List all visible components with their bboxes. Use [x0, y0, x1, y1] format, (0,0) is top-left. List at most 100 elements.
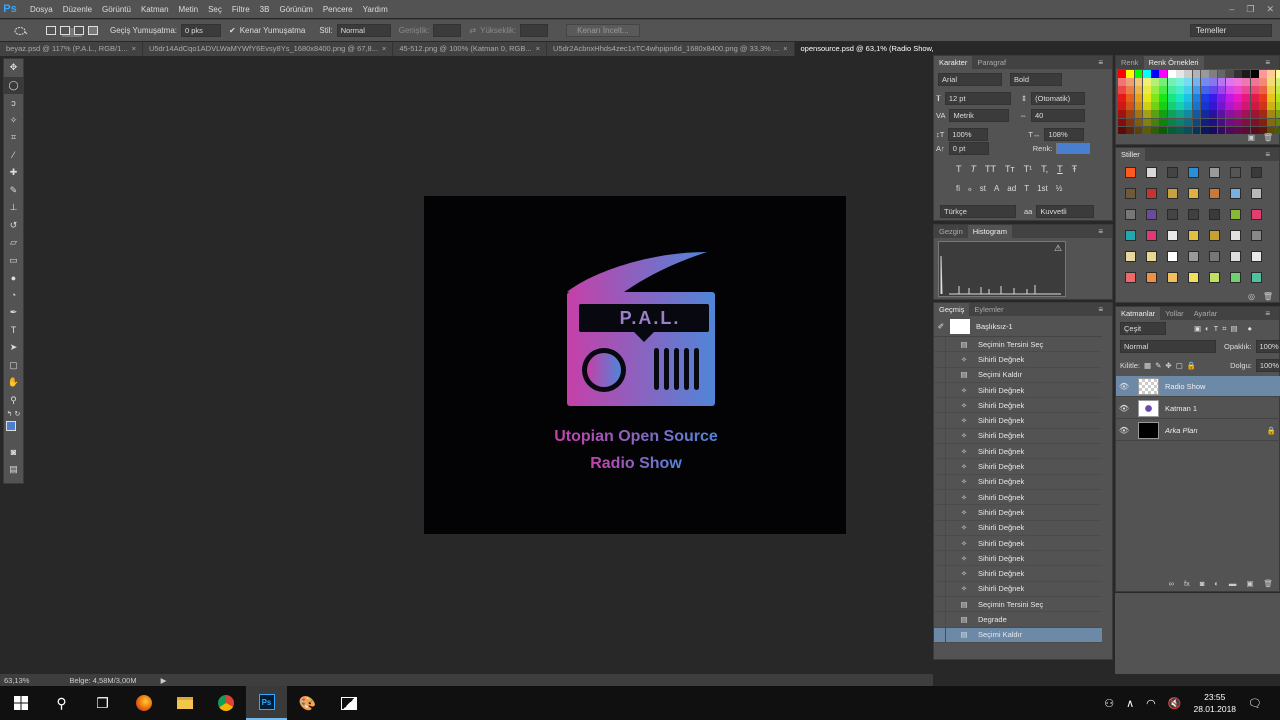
delete-style-icon[interactable]: 🗑: [1263, 292, 1273, 301]
new-layer-icon[interactable]: ▣: [1246, 579, 1253, 588]
menu-yardim[interactable]: Yardım: [363, 5, 388, 14]
adjustment-layer-icon[interactable]: ◐: [1214, 579, 1219, 588]
color-swatch[interactable]: [1225, 102, 1234, 110]
minimize-button[interactable]: –: [1229, 4, 1234, 14]
font-family-select[interactable]: Arial: [938, 73, 1002, 86]
style-swatch[interactable]: [1141, 267, 1162, 288]
color-swatch[interactable]: [1250, 86, 1259, 94]
dodge-tool-icon[interactable]: ◔: [4, 287, 23, 305]
doc-tab[interactable]: U5dr2AcbnxHhds4zec1xTC4whpipn6d_1680x840…: [547, 42, 795, 56]
tab-gecmis[interactable]: Geçmiş: [934, 303, 970, 316]
color-swatch[interactable]: [1192, 78, 1201, 86]
color-swatch[interactable]: [1118, 126, 1126, 135]
menu-gorunum[interactable]: Görünüm: [279, 5, 312, 14]
screen-mode-icon[interactable]: ▤: [4, 461, 23, 479]
style-swatch[interactable]: [1225, 246, 1246, 267]
canvas-area[interactable]: P.A.L. Utopian Open Source Radio Show: [25, 56, 933, 672]
color-swatch[interactable]: [1267, 94, 1276, 102]
color-swatch[interactable]: [1126, 78, 1135, 86]
color-swatch[interactable]: [1167, 102, 1176, 110]
faux-bold-button[interactable]: T: [956, 164, 962, 174]
tab-renk[interactable]: Renk: [1116, 56, 1144, 69]
style-swatch[interactable]: [1162, 183, 1183, 204]
tab-karakter[interactable]: Karakter: [934, 56, 973, 69]
tab-ayarlar[interactable]: Ayarlar: [1189, 307, 1223, 320]
color-swatch[interactable]: [1167, 118, 1176, 127]
color-swatch[interactable]: [1250, 102, 1259, 110]
color-swatch[interactable]: [1118, 70, 1126, 78]
history-item[interactable]: ✧ Sihirli Değnek: [934, 443, 1102, 460]
menu-goruntu[interactable]: Görüntü: [102, 5, 131, 14]
color-swatch[interactable]: [1151, 86, 1159, 94]
new-group-icon[interactable]: ▬: [1229, 579, 1237, 588]
quick-mask-icon[interactable]: ◙: [4, 443, 23, 461]
color-swatch[interactable]: [1176, 78, 1184, 86]
swap-icon[interactable]: ⇄: [469, 26, 476, 35]
layer-row[interactable]: 👁 Katman 1: [1116, 398, 1280, 419]
notifications-icon[interactable]: 🗨: [1248, 697, 1262, 710]
style-swatch[interactable]: [1225, 225, 1246, 246]
eyedropper-tool-icon[interactable]: ⁄: [4, 147, 23, 165]
superscript-button[interactable]: T¹: [1024, 164, 1033, 174]
history-source-checkbox[interactable]: [934, 489, 946, 505]
color-swatch[interactable]: [1151, 94, 1159, 102]
font-style-select[interactable]: Bold: [1010, 73, 1062, 86]
style-swatch[interactable]: [1204, 225, 1225, 246]
color-swatch[interactable]: [1242, 86, 1251, 94]
menu-filtre[interactable]: Filtre: [232, 5, 250, 14]
color-swatch[interactable]: [1259, 102, 1267, 110]
color-swatch[interactable]: [1250, 94, 1259, 102]
link-layers-icon[interactable]: ∞: [1169, 579, 1174, 588]
history-source-checkbox[interactable]: [934, 612, 946, 628]
language-select[interactable]: Türkçe: [940, 205, 1016, 218]
tab-eylemler[interactable]: Eylemler: [969, 303, 1008, 316]
lock-all-icon[interactable]: 🔒: [1187, 361, 1196, 370]
color-swatch[interactable]: [1217, 70, 1226, 78]
style-swatch[interactable]: [1162, 267, 1183, 288]
font-size-input[interactable]: 12 pt: [944, 92, 1011, 105]
color-swatch[interactable]: [1267, 118, 1276, 127]
vertical-scale-input[interactable]: 100%: [948, 128, 989, 141]
color-swatch[interactable]: [1184, 94, 1193, 102]
color-swatch[interactable]: [1234, 118, 1242, 127]
history-source-checkbox[interactable]: [934, 351, 946, 367]
color-swatch[interactable]: [1192, 86, 1201, 94]
color-swatch[interactable]: [1200, 110, 1209, 119]
menu-dosya[interactable]: Dosya: [30, 5, 53, 14]
color-swatch[interactable]: [1234, 102, 1242, 110]
color-swatch[interactable]: [1151, 70, 1159, 78]
color-swatch[interactable]: [1200, 78, 1209, 86]
color-swatch[interactable]: [1184, 110, 1193, 119]
style-swatch[interactable]: [1225, 204, 1246, 225]
color-swatch[interactable]: [1184, 118, 1193, 127]
crop-tool-icon[interactable]: ⌗: [4, 129, 23, 147]
color-swatch[interactable]: [1184, 126, 1193, 135]
firefox-icon[interactable]: [123, 686, 164, 720]
color-swatch[interactable]: [1118, 118, 1126, 127]
color-swatch[interactable]: [1209, 126, 1218, 135]
color-swatch[interactable]: [1184, 102, 1193, 110]
color-swatch[interactable]: [1267, 78, 1276, 86]
filter-shape-icon[interactable]: ⌗: [1222, 324, 1226, 334]
style-swatch[interactable]: [1141, 204, 1162, 225]
small-caps-button[interactable]: Tт: [1005, 164, 1015, 174]
filter-type-icon[interactable]: T: [1214, 324, 1219, 333]
layer-name[interactable]: Katman 1: [1165, 404, 1197, 413]
color-swatch[interactable]: [1134, 70, 1143, 78]
discretionary-ligature-button[interactable]: st: [980, 184, 986, 193]
style-swatch[interactable]: [1141, 162, 1162, 183]
windows-start-icon[interactable]: [0, 686, 41, 720]
history-item[interactable]: ✧ Sihirli Değnek: [934, 504, 1102, 521]
color-swatch[interactable]: [1176, 118, 1184, 127]
style-swatch[interactable]: [1225, 267, 1246, 288]
style-swatch[interactable]: [1162, 225, 1183, 246]
color-swatch[interactable]: [1159, 102, 1168, 110]
color-swatch[interactable]: [1242, 118, 1251, 127]
width-input[interactable]: [433, 24, 462, 37]
path-selection-tool-icon[interactable]: ➤: [4, 339, 23, 357]
style-swatch[interactable]: [1183, 267, 1204, 288]
color-swatch[interactable]: [1259, 118, 1267, 127]
color-swatch[interactable]: [1234, 126, 1242, 135]
color-swatch[interactable]: [1167, 78, 1176, 86]
foreground-color-swatch[interactable]: [6, 421, 16, 431]
